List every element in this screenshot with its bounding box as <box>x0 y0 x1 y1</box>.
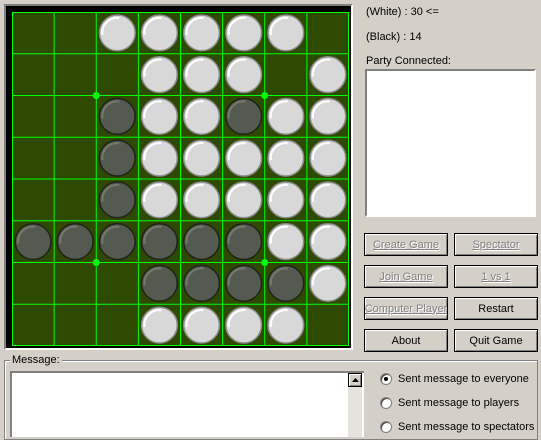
message-label: Message: <box>10 354 62 366</box>
game-board[interactable] <box>12 12 349 346</box>
white-disc[interactable] <box>140 306 179 344</box>
black-disc[interactable] <box>267 264 305 302</box>
radio-selected-dot <box>384 377 388 381</box>
white-disc[interactable] <box>140 97 179 135</box>
white-disc[interactable] <box>267 139 305 177</box>
white-disc[interactable] <box>140 139 179 177</box>
radio-circle-icon <box>380 373 392 385</box>
white-disc[interactable] <box>267 97 305 135</box>
black-disc[interactable] <box>14 223 52 261</box>
party-connected-list[interactable] <box>365 69 536 217</box>
join-game-button[interactable]: Join Game <box>364 265 448 288</box>
white-disc[interactable] <box>140 181 179 219</box>
radio-spectators[interactable]: Sent message to spectators <box>380 421 534 433</box>
white-disc[interactable] <box>309 139 347 177</box>
white-disc[interactable] <box>182 181 221 219</box>
radio-everyone-label: Sent message to everyone <box>398 373 529 385</box>
black-disc[interactable] <box>225 264 263 302</box>
message-input[interactable] <box>10 371 364 437</box>
star-point <box>261 92 269 99</box>
white-disc[interactable] <box>225 139 263 177</box>
black-disc[interactable] <box>225 223 263 261</box>
message-scrollbar[interactable] <box>348 373 362 437</box>
black-disc[interactable] <box>56 223 94 261</box>
black-score: (Black) : 14 <box>366 31 422 43</box>
white-disc[interactable] <box>309 223 347 261</box>
quit-game-button[interactable]: Quit Game <box>454 329 538 352</box>
arrow-up-icon <box>351 378 359 382</box>
radio-circle-icon <box>380 421 392 433</box>
black-disc[interactable] <box>182 223 221 261</box>
scroll-up-button[interactable] <box>348 373 362 387</box>
black-disc[interactable] <box>98 139 136 177</box>
black-disc[interactable] <box>140 264 179 302</box>
white-disc[interactable] <box>182 56 221 94</box>
white-disc[interactable] <box>182 306 221 344</box>
white-disc[interactable] <box>225 14 263 52</box>
white-disc[interactable] <box>267 181 305 219</box>
game-board-frame <box>4 4 353 350</box>
radio-everyone[interactable]: Sent message to everyone <box>380 373 529 385</box>
restart-button[interactable]: Restart <box>454 297 538 320</box>
white-disc[interactable] <box>98 14 136 52</box>
black-disc[interactable] <box>98 97 136 135</box>
create-game-button[interactable]: Create Game <box>364 233 448 256</box>
black-disc[interactable] <box>98 181 136 219</box>
party-connected-label-text: Party Connected: <box>366 55 451 67</box>
black-disc[interactable] <box>140 223 179 261</box>
party-connected-label: Party Connected: <box>366 55 451 67</box>
white-disc[interactable] <box>140 14 179 52</box>
about-button[interactable]: About <box>364 329 448 352</box>
white-score: (White) : 30 <= <box>366 6 439 18</box>
black-disc[interactable] <box>98 223 136 261</box>
white-disc[interactable] <box>140 56 179 94</box>
white-disc[interactable] <box>267 306 305 344</box>
radio-players-label: Sent message to players <box>398 397 520 409</box>
black-disc[interactable] <box>182 264 221 302</box>
white-disc[interactable] <box>309 56 347 94</box>
white-disc[interactable] <box>182 14 221 52</box>
white-disc[interactable] <box>267 223 305 261</box>
white-disc[interactable] <box>309 181 347 219</box>
white-disc[interactable] <box>225 56 263 94</box>
white-disc[interactable] <box>267 14 305 52</box>
white-disc[interactable] <box>225 181 263 219</box>
star-point <box>92 92 100 99</box>
radio-spectators-label: Sent message to spectators <box>398 421 535 433</box>
radio-circle-icon <box>380 397 392 409</box>
spectator-button[interactable]: Spectator <box>454 233 538 256</box>
white-disc[interactable] <box>225 306 263 344</box>
white-disc[interactable] <box>182 97 221 135</box>
white-disc[interactable] <box>309 97 347 135</box>
star-point <box>92 259 100 266</box>
one-vs-one-button[interactable]: 1 vs 1 <box>454 265 538 288</box>
white-disc[interactable] <box>309 264 347 302</box>
white-disc[interactable] <box>182 139 221 177</box>
star-point <box>261 259 269 266</box>
radio-players[interactable]: Sent message to players <box>380 397 519 409</box>
computer-player-button[interactable]: Computer Player <box>364 297 448 320</box>
black-disc[interactable] <box>225 97 263 135</box>
